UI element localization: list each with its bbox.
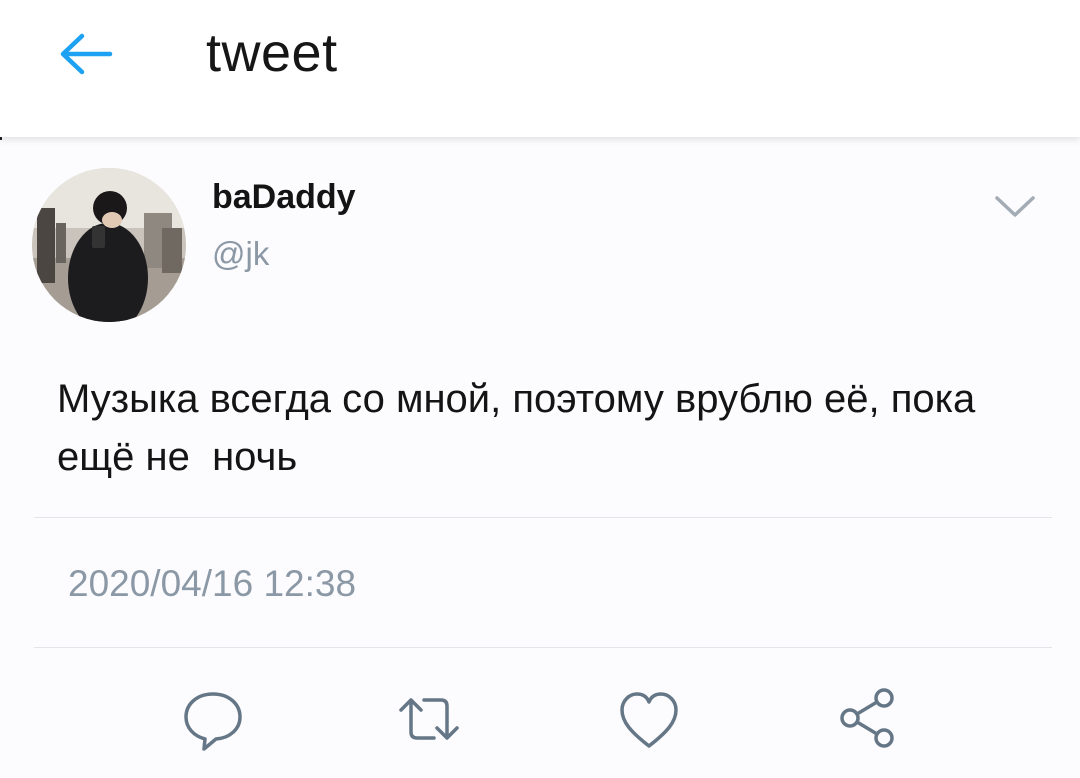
top-bar: tweet [0,0,1080,137]
avatar[interactable] [32,168,186,322]
author-handle[interactable]: @jk [212,235,269,273]
tweet-menu-button[interactable] [992,188,1038,222]
chevron-down-icon [995,196,1035,217]
share-button[interactable] [836,686,902,752]
speech-bubble-icon [184,692,242,751]
reply-button[interactable] [180,686,246,752]
tweet-text: Музыка всегда со мной, поэтому врублю её… [57,377,987,479]
arrow-left-icon [60,33,113,75]
like-button[interactable] [616,686,682,752]
divider [34,517,1052,518]
divider [34,647,1052,648]
retweet-icon [399,698,459,740]
page-title: tweet [206,23,338,83]
back-button[interactable] [56,28,116,80]
share-icon [840,688,894,748]
heart-icon [620,692,678,748]
retweet-button[interactable] [396,686,462,752]
avatar-photo [32,168,186,322]
author-name[interactable]: baDaddy [212,178,356,217]
tweet-timestamp: 2020/04/16 12:38 [68,563,357,604]
